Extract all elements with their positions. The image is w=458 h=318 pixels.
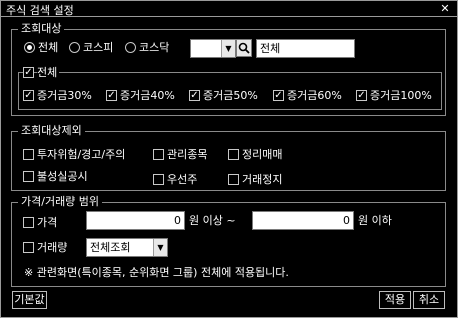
margin-100-label[interactable]: 증거금100% (370, 89, 432, 102)
chevron-down-icon[interactable]: ▼ (153, 239, 167, 256)
volume-label[interactable]: 거래량 (37, 241, 67, 254)
dialog-title: 주식 검색 설정 (6, 4, 74, 17)
exclude-preferred-checkbox[interactable] (153, 174, 164, 185)
exclude-legend: 조회대상제외 (18, 125, 85, 137)
exclude-disclosure-label[interactable]: 불성실공시 (37, 170, 88, 183)
margin-60-checkbox[interactable]: ✓ (273, 90, 284, 101)
cancel-button[interactable]: 취소 (413, 291, 445, 309)
search-button[interactable] (236, 39, 252, 57)
exclude-risk-checkbox[interactable] (23, 149, 34, 160)
all-checkbox-label[interactable]: 전체 (37, 66, 60, 79)
exclude-liquidation-checkbox[interactable] (228, 149, 239, 160)
default-button[interactable]: 기본값 (12, 291, 47, 309)
volume-select-value: 전체조회 (90, 241, 131, 254)
radio-kospi-label[interactable]: 코스피 (83, 41, 113, 54)
unit-above-label: 원 이상 ~ (189, 214, 236, 227)
margin-30-checkbox[interactable]: ✓ (23, 90, 34, 101)
code-input[interactable]: ▼ (190, 39, 236, 58)
price-label[interactable]: 가격 (37, 216, 57, 229)
search-icon (238, 42, 250, 54)
all-checkbox[interactable]: ✓ (23, 67, 34, 78)
close-button[interactable]: ✕ (437, 2, 453, 15)
radio-kosdaq[interactable] (125, 42, 136, 53)
stock-name-field[interactable]: 전체 (256, 39, 355, 58)
apply-button[interactable]: 적용 (379, 291, 411, 309)
volume-select[interactable]: 전체조회 ▼ (86, 238, 168, 257)
margin-100-checkbox[interactable]: ✓ (356, 90, 367, 101)
target-legend: 조회대상 (18, 23, 65, 35)
exclude-halted-label[interactable]: 거래정지 (242, 173, 282, 186)
title-bar[interactable]: 주식 검색 설정 ✕ (1, 1, 457, 17)
radio-all-label[interactable]: 전체 (38, 41, 58, 54)
note-text: ※ 관련화면(특이종목, 순위화면 그룹) 전체에 적용됩니다. (24, 266, 289, 279)
range-legend: 가격/거래량 범위 (18, 196, 103, 208)
price-min-input[interactable]: 0 (86, 211, 185, 230)
margin-50-label[interactable]: 증거금50% (203, 89, 258, 102)
exclude-preferred-label[interactable]: 우선주 (167, 173, 197, 186)
exclude-liquidation-label[interactable]: 정리매매 (242, 148, 282, 161)
margin-50-checkbox[interactable]: ✓ (189, 90, 200, 101)
chevron-down-icon[interactable]: ▼ (221, 40, 235, 57)
price-checkbox[interactable] (23, 217, 34, 228)
exclude-halted-checkbox[interactable] (228, 174, 239, 185)
unit-below-label: 원 이하 (358, 214, 392, 227)
radio-kospi[interactable] (69, 42, 80, 53)
exclude-managed-label[interactable]: 관리종목 (167, 148, 207, 161)
margin-30-label[interactable]: 증거금30% (37, 89, 92, 102)
settings-dialog: 주식 검색 설정 ✕ 조회대상 전체 코스피 코스닥 ▼ 전체 ✓ 전체 ✓ 증… (0, 0, 458, 318)
margin-40-checkbox[interactable]: ✓ (106, 90, 117, 101)
margin-60-label[interactable]: 증거금60% (287, 89, 342, 102)
margin-40-label[interactable]: 증거금40% (120, 89, 175, 102)
exclude-risk-label[interactable]: 투자위험/경고/주의 (37, 148, 125, 161)
radio-kosdaq-label[interactable]: 코스닥 (139, 41, 169, 54)
volume-checkbox[interactable] (23, 242, 34, 253)
exclude-disclosure-checkbox[interactable] (23, 171, 34, 182)
price-max-input[interactable]: 0 (252, 211, 354, 230)
radio-all[interactable] (24, 42, 35, 53)
exclude-managed-checkbox[interactable] (153, 149, 164, 160)
